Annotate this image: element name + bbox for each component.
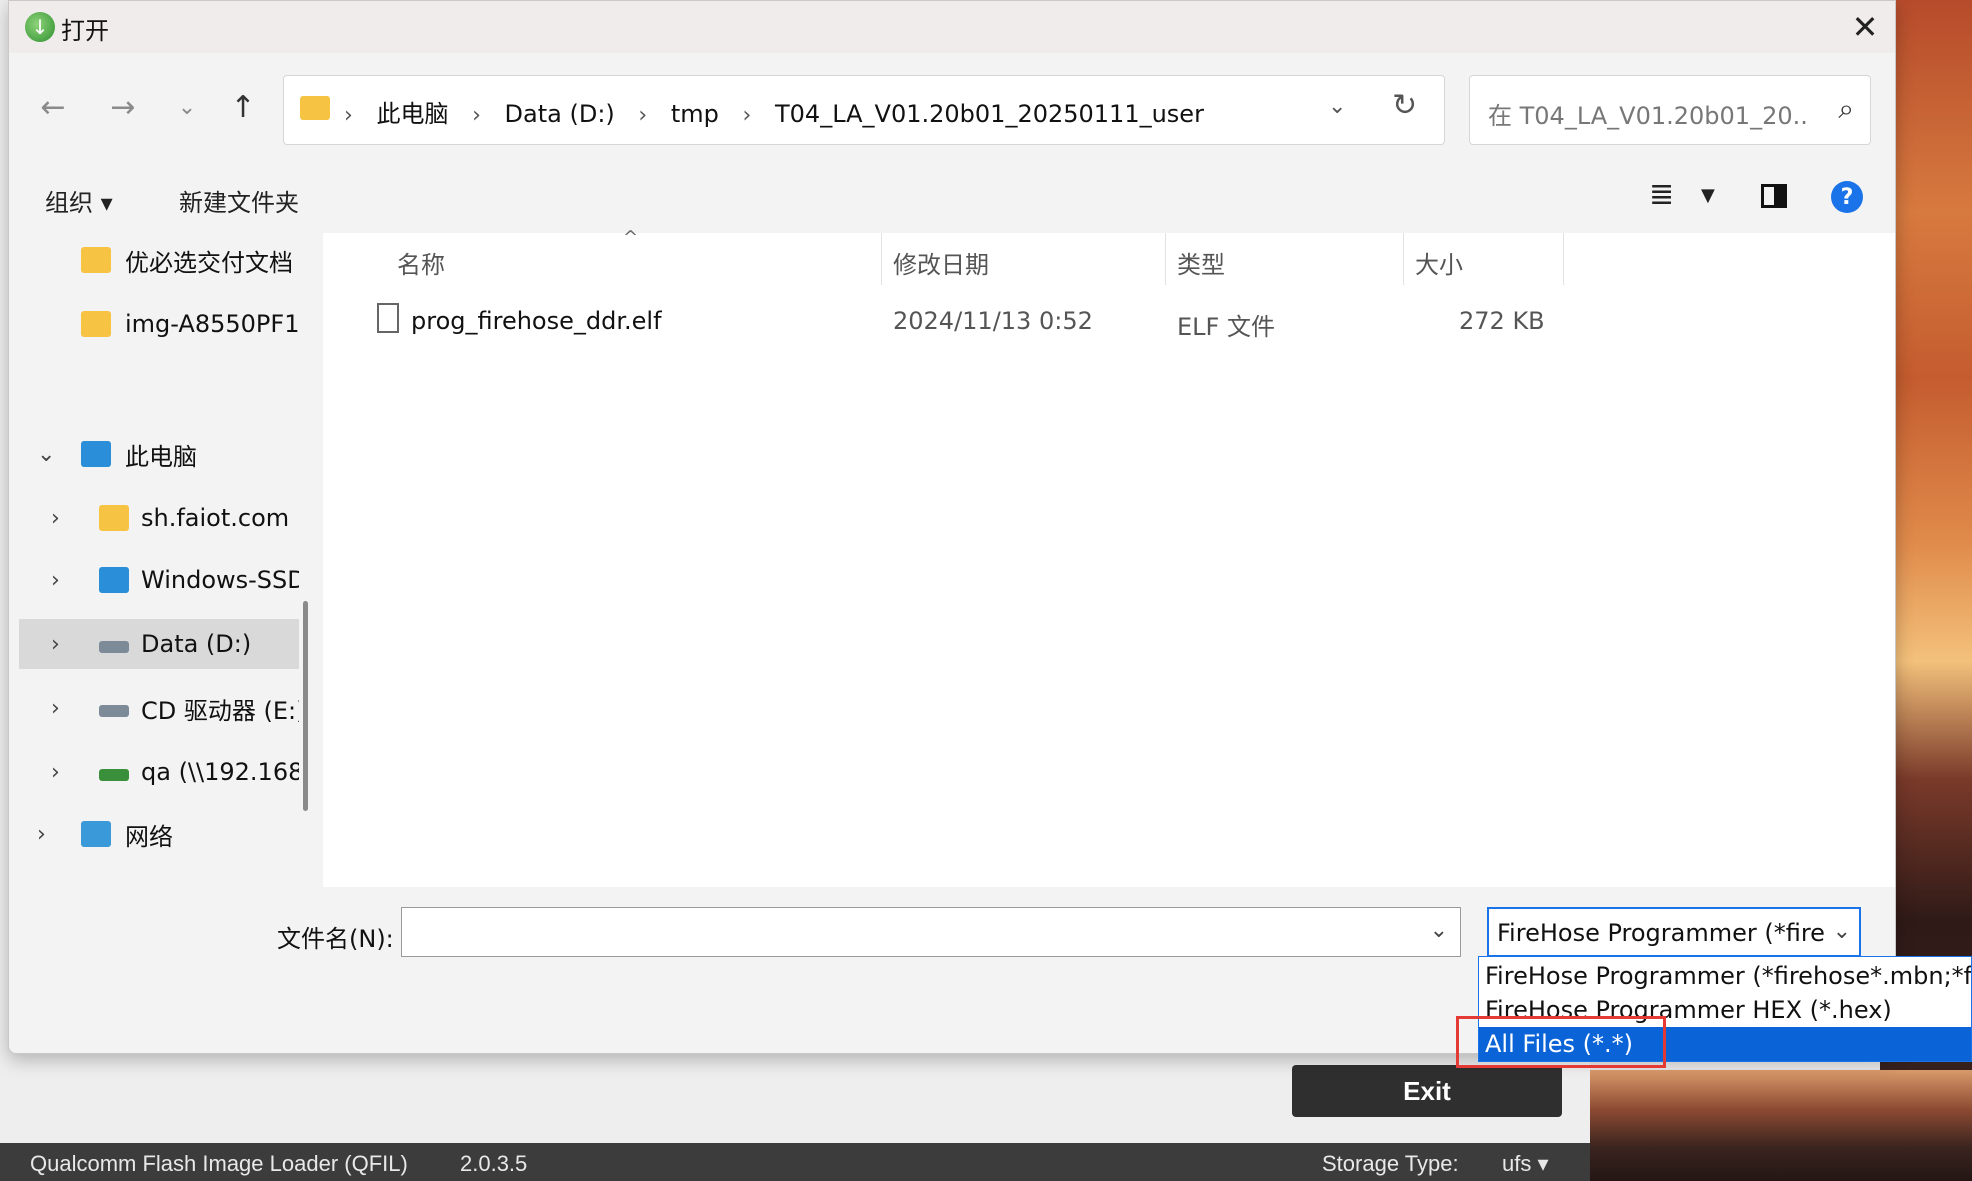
breadcrumb-item-this-pc[interactable]: 此电脑 [376,100,448,128]
network-drive-icon [99,769,129,781]
nav-item-label: Windows-SSD [141,566,299,594]
column-header-name[interactable]: 名称 [397,245,445,280]
navigation-pane: 优必选交付文档 img-A8550PF1 ⌄ 此电脑 › sh.faiot.co… [9,233,299,887]
column-divider[interactable] [1403,233,1404,285]
search-icon[interactable]: ⌕ [1838,92,1854,126]
column-divider[interactable] [1563,233,1564,285]
file-row[interactable]: prog_firehose_ddr.elf 2024/11/13 0:52 EL… [323,297,1895,347]
chevron-down-icon[interactable]: ⌄ [1833,919,1851,944]
preview-pane-icon[interactable] [1761,184,1787,208]
file-modified: 2024/11/13 0:52 [893,307,1093,335]
nav-item-label: qa (\\192.168 [141,758,299,786]
download-icon: ↓ [25,12,55,42]
nav-item-quick-folder-2[interactable]: img-A8550PF1 [19,299,299,349]
chevron-right-icon[interactable]: › [51,632,60,657]
network-folder-icon [99,505,129,531]
nav-item-label: 优必选交付文档 [125,248,293,277]
title-bar: ↓ 打开 ✕ [9,1,1895,53]
back-arrow-icon[interactable]: ← [33,87,73,127]
nav-item-windows-ssd[interactable]: › Windows-SSD [19,555,299,605]
file-type-selected: FireHose Programmer (*firehose*.mbn;*fir… [1497,919,1827,947]
file-list: ^ 名称 修改日期 类型 大小 prog_firehose_ddr.elf 20… [323,227,1895,887]
column-header-size[interactable]: 大小 [1415,245,1463,280]
nav-item-cd-drive[interactable]: › CD 驱动器 (E:) [19,683,299,733]
nav-item-sh-faiot[interactable]: › sh.faiot.com [19,493,299,543]
breadcrumb-separator: › [344,103,353,128]
pc-icon [81,441,111,467]
navpane-scrollbar[interactable] [303,601,308,811]
nav-item-quick-folder-1[interactable]: 优必选交付文档 [19,235,299,285]
close-button[interactable]: ✕ [1835,1,1895,53]
column-header-modified[interactable]: 修改日期 [893,245,989,280]
nav-item-label: 网络 [125,822,173,851]
nav-item-qa-network-drive[interactable]: › qa (\\192.168 [19,747,299,797]
search-input[interactable]: 在 T04_LA_V01.20b01_20... [1488,96,1808,131]
chevron-right-icon[interactable]: › [51,760,60,785]
up-arrow-icon[interactable]: ↑ [223,87,263,127]
file-type-select[interactable]: FireHose Programmer (*firehose*.mbn;*fir… [1487,907,1861,957]
nav-item-this-pc[interactable]: ⌄ 此电脑 [19,429,299,479]
nav-item-data-drive[interactable]: › Data (D:) [19,619,299,669]
breadcrumb-item-tmp[interactable]: tmp [671,100,719,128]
storage-type-label: Storage Type: [1322,1151,1459,1176]
app-version: 2.0.3.5 [460,1151,528,1176]
new-folder-button[interactable]: 新建文件夹 [179,183,299,218]
folder-icon [81,247,111,273]
nav-item-network[interactable]: › 网络 [19,809,299,859]
chevron-down-icon[interactable]: ⌄ [37,442,55,467]
filename-label: 文件名(N): [277,925,394,953]
chevron-down-icon[interactable]: ⌄ [1328,94,1346,119]
command-bar: 组织 ▾ 新建文件夹 ≣ ▼ ? [9,167,1895,231]
organize-button[interactable]: 组织 ▾ [45,183,113,218]
app-name: Qualcomm Flash Image Loader (QFIL) [30,1151,408,1176]
nav-item-label: CD 驱动器 (E:) [141,696,299,725]
breadcrumb-separator: › [742,103,752,128]
dialog-title: 打开 [61,17,109,45]
file-name: prog_firehose_ddr.elf [411,307,662,335]
chevron-down-icon[interactable]: ⌄ [1430,918,1448,943]
column-divider[interactable] [881,233,882,285]
exit-button[interactable]: Exit [1292,1065,1562,1117]
breadcrumb-separator: › [472,103,481,128]
file-size: 272 KB [1459,307,1545,335]
refresh-icon[interactable]: ↻ [1392,88,1417,123]
nav-item-label: 此电脑 [125,442,197,471]
chevron-right-icon[interactable]: › [51,696,60,721]
nav-item-label: sh.faiot.com [141,504,290,532]
breadcrumb-separator: › [638,103,648,128]
drive-icon [99,641,129,653]
column-divider[interactable] [1165,233,1166,285]
forward-arrow-icon[interactable]: → [103,87,143,127]
folder-icon [81,311,111,337]
annotation-highlight-box [1456,1016,1666,1068]
search-box[interactable]: 在 T04_LA_V01.20b01_20... ⌕ [1469,75,1871,145]
column-header-type[interactable]: 类型 [1177,245,1225,280]
filename-field[interactable]: ⌄ [401,907,1461,957]
file-type-option-firehose[interactable]: FireHose Programmer (*firehose*.mbn;*fir… [1479,959,1971,993]
windows-drive-icon [99,567,129,593]
nav-item-label: Data (D:) [141,630,252,658]
chevron-right-icon[interactable]: › [51,506,60,531]
folder-icon [300,96,330,120]
view-dropdown-icon[interactable]: ▼ [1701,185,1715,206]
recent-locations-chevron-icon[interactable]: ⌄ [167,87,207,127]
file-icon [377,303,399,333]
chevron-right-icon[interactable]: › [37,822,46,847]
chevron-right-icon[interactable]: › [51,568,60,593]
address-bar[interactable]: › 此电脑 › Data (D:) › tmp › T04_LA_V01.20b… [283,75,1445,145]
desktop-background-lower [1590,1070,1972,1181]
help-icon[interactable]: ? [1831,181,1863,213]
view-list-icon[interactable]: ≣ [1649,177,1674,212]
breadcrumb-item-data-drive[interactable]: Data (D:) [505,100,615,128]
file-type: ELF 文件 [1177,313,1275,341]
nav-item-label: img-A8550PF1 [125,310,299,338]
open-file-dialog: ↓ 打开 ✕ ← → ⌄ ↑ › 此电脑 › Data (D:) › tmp ›… [8,0,1896,1054]
network-icon [81,821,111,847]
cd-drive-icon [99,705,129,717]
status-bar: Qualcomm Flash Image Loader (QFIL) 2.0.3… [0,1143,1590,1181]
breadcrumb-item-current-folder[interactable]: T04_LA_V01.20b01_20250111_user [775,100,1204,128]
storage-type-select[interactable]: ufs ▾ [1502,1151,1549,1177]
breadcrumb: › 此电脑 › Data (D:) › tmp › T04_LA_V01.20b… [344,94,1220,129]
sort-ascending-icon: ^ [623,227,639,248]
